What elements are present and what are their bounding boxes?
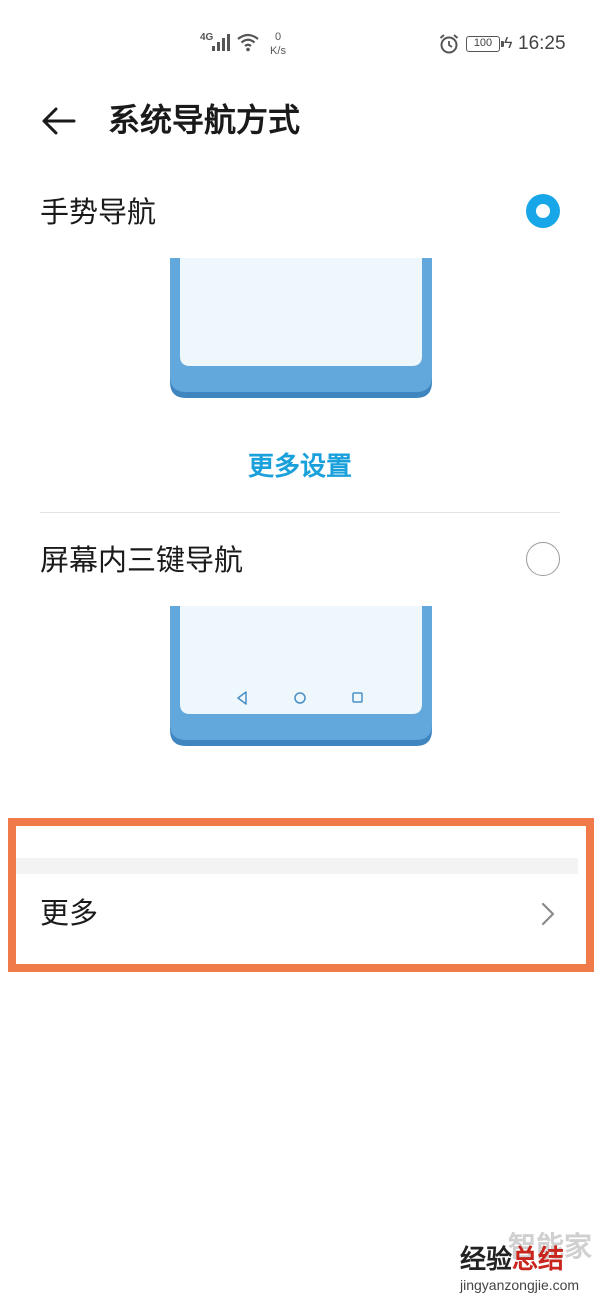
arrow-left-icon xyxy=(42,107,76,135)
charging-icon: ϟ xyxy=(504,35,513,52)
option-gesture-navigation-label[interactable]: 手势导航 xyxy=(40,195,156,231)
network-speed-value: 0 xyxy=(274,31,282,43)
radio-gesture-navigation[interactable] xyxy=(526,194,560,228)
divider xyxy=(40,512,560,513)
watermark-main-red: 总结 xyxy=(512,1244,565,1274)
alarm-icon xyxy=(439,34,459,54)
status-time: 16:25 xyxy=(518,33,566,54)
battery-icon: 100 xyxy=(466,36,504,52)
option-three-key-navigation-label[interactable]: 屏幕内三键导航 xyxy=(40,543,243,579)
status-bar: 4G 0 K/s 100 ϟ 16:25 xyxy=(0,0,600,90)
wifi-icon xyxy=(237,33,259,52)
watermark-main-dark: 经验 xyxy=(460,1244,513,1274)
watermark-main-text: 经验总结 xyxy=(460,1244,564,1274)
network-speed: 0 K/s xyxy=(265,30,291,58)
watermark: 智能家 经验总结 jingyanzongjie.com xyxy=(460,1232,600,1300)
more-settings-link[interactable]: 更多设置 xyxy=(0,448,600,484)
watermark-url: jingyanzongjie.com xyxy=(460,1277,580,1293)
back-button[interactable] xyxy=(38,100,80,142)
gesture-navigation-preview xyxy=(170,258,432,398)
network-speed-unit: K/s xyxy=(270,45,286,57)
page-title: 系统导航方式 xyxy=(108,102,301,138)
three-key-navigation-preview xyxy=(170,606,432,746)
highlight-annotation-frame xyxy=(8,818,594,972)
radio-three-key-navigation[interactable] xyxy=(526,542,560,576)
signal-icon xyxy=(212,34,230,51)
